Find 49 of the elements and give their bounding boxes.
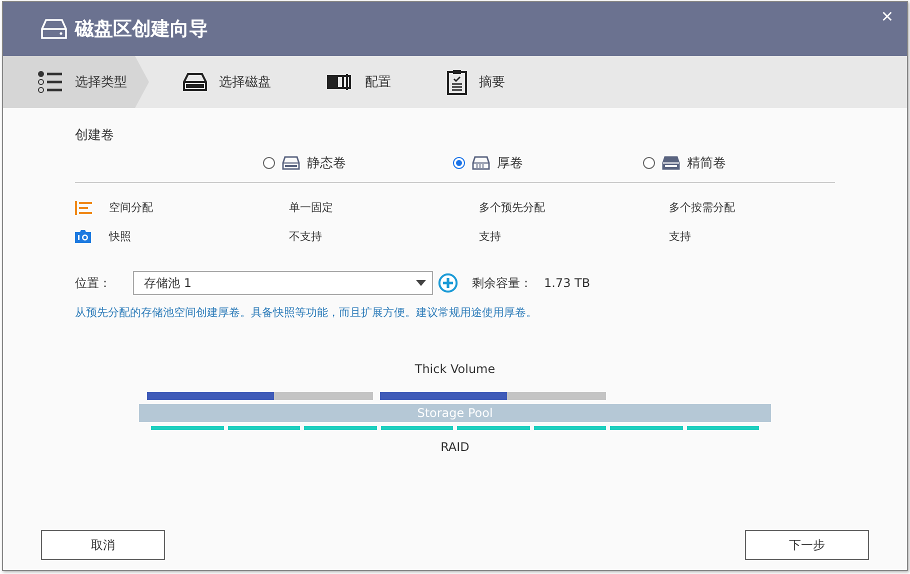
add-icon[interactable]: [438, 273, 458, 293]
feature-value: 多个按需分配: [669, 200, 736, 215]
free-capacity-label: 剩余容量：: [472, 274, 532, 292]
list-icon: [37, 70, 63, 94]
radio-button[interactable]: [643, 157, 655, 169]
volume-type-option[interactable]: 精简卷: [643, 154, 833, 172]
next-button[interactable]: 下一步: [745, 530, 869, 560]
volume-type-option[interactable]: 静态卷: [263, 154, 453, 172]
clipboard-icon: [447, 69, 467, 95]
step-label: 配置: [365, 74, 391, 91]
storage-pool-bar: Storage Pool: [139, 404, 771, 422]
section-title: 创建卷: [75, 127, 115, 144]
drive-icon: [183, 73, 207, 91]
option-label: 精简卷: [687, 155, 726, 172]
description-text: 从预先分配的存储池空间创建厚卷。具备快照等功能，而且扩展方便。建议常规用途使用厚卷。: [75, 305, 538, 320]
free-capacity-value: 1.73 TB: [544, 276, 590, 290]
drive-icon: [662, 156, 680, 170]
feature-value: 多个预先分配: [479, 200, 546, 215]
option-label: 静态卷: [307, 155, 346, 172]
window-title: 磁盘区创建向导: [75, 17, 208, 42]
wizard-step[interactable]: 配置: [293, 56, 413, 108]
drive-icon: [41, 19, 67, 39]
option-label: 厚卷: [497, 155, 523, 172]
wizard-step[interactable]: 选择磁盘: [149, 56, 293, 108]
step-label: 选择磁盘: [219, 74, 271, 91]
feature-value: 单一固定: [289, 200, 334, 215]
volume-type-option[interactable]: 厚卷: [453, 154, 643, 172]
radio-button[interactable]: [453, 157, 465, 169]
location-label: 位置：: [75, 274, 111, 292]
feature-value: 支持: [479, 229, 502, 244]
feature-label: 空间分配: [109, 200, 154, 215]
raid-label: RAID: [440, 440, 470, 454]
radio-button[interactable]: [263, 157, 275, 169]
cancel-button[interactable]: 取消: [41, 530, 165, 560]
drive-icon: [282, 156, 300, 170]
diagram-title: Thick Volume: [414, 362, 496, 376]
feature-value: 支持: [669, 229, 692, 244]
drive-icon: [472, 156, 490, 170]
bars-icon: [75, 200, 93, 214]
camera-icon: [75, 230, 91, 243]
feature-value: 不支持: [289, 229, 323, 244]
wizard-step[interactable]: 摘要: [413, 56, 527, 108]
step-label: 摘要: [479, 74, 505, 91]
caret-icon: [416, 280, 426, 286]
close-button[interactable]: ×: [877, 6, 897, 29]
feature-label: 快照: [109, 229, 132, 244]
pool-select[interactable]: 存储池 1: [133, 271, 433, 295]
step-label: 选择类型: [75, 74, 127, 91]
wizard-step[interactable]: 选择类型: [3, 56, 149, 108]
